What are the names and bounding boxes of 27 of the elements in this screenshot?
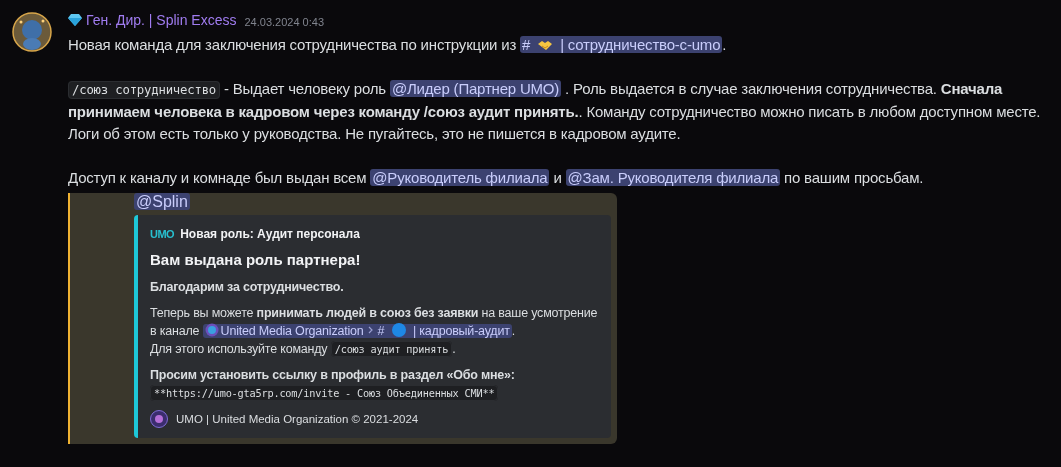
avatar[interactable] <box>12 12 52 52</box>
embed-text: Просим установить ссылку в профиль в раздел «Обо мне»: **https://umo-gta5rp.com/invite - Союз Объединенных СМИ** <box>150 367 516 402</box>
embed-text: Благодарим за сотрудничество. <box>150 279 345 296</box>
footer-logo-icon <box>150 410 168 428</box>
command-code: /союз аудит принять <box>330 341 453 357</box>
channel-mention[interactable]: # | сотрудничество-с-umo <box>520 36 723 53</box>
chevron-icon <box>366 325 375 335</box>
message-text: /союз сотрудничество - Выдает человеку роль @Лидер (Партнер UMO) . Роль выдается в случае заключения сотрудничества. Сначала принимаем человека в кадровом через команду /союз аудит принять.. Команду сотрудничество можно писать в любом доступном месте. Логи об этом есть только у руководства. Не пугайтесь, это не пишется в кадровом аудите. <box>68 79 1042 144</box>
channel-mention[interactable]: United Media Organization # | кадровый-аудит <box>202 324 512 338</box>
circle-emoji-icon <box>390 322 407 338</box>
role-mention[interactable]: @Зам. Руководителя филиала <box>565 169 781 186</box>
embed-text: Теперь вы можете принимать людей в союз без заявки на ваше усмотрение в канале United Media Organization # | кадровый-аудит . Для этого используйте команду /союз аудит принять . <box>150 305 599 358</box>
footer-text: UMO | United Media Organization © 2021-2024 <box>176 413 419 425</box>
logo-text: UMO <box>150 228 175 240</box>
message-text: Новая команда для заключения сотрудничества по инструкции из # | сотрудничество-с-umo. <box>68 35 728 55</box>
server-icon <box>204 323 219 337</box>
command-code: /союз сотрудничество <box>68 81 221 99</box>
author-name[interactable]: Ген. Дир. | Splin Excess <box>68 12 237 28</box>
timestamp: 24.03.2024 0:43 <box>244 16 324 28</box>
role-mention[interactable]: @Руководитель филиала <box>370 169 550 186</box>
user-mention[interactable]: @Splin <box>134 193 190 210</box>
embed-title: Вам выдана роль партнера! <box>150 251 362 268</box>
gem-icon <box>68 14 82 26</box>
command-code: **https://umo-gta5rp.com/invite - Союз Объединенных СМИ** <box>150 385 499 401</box>
embed-author: Новая роль: Аудит персонала <box>180 227 360 241</box>
role-mention[interactable]: @Лидер (Партнер UMO) <box>389 80 562 97</box>
message-text: Доступ к каналу и комнаде был выдан всем @Руководитель филиала и @Зам. Руководителя филиала по вашим просьбам. <box>68 168 925 188</box>
